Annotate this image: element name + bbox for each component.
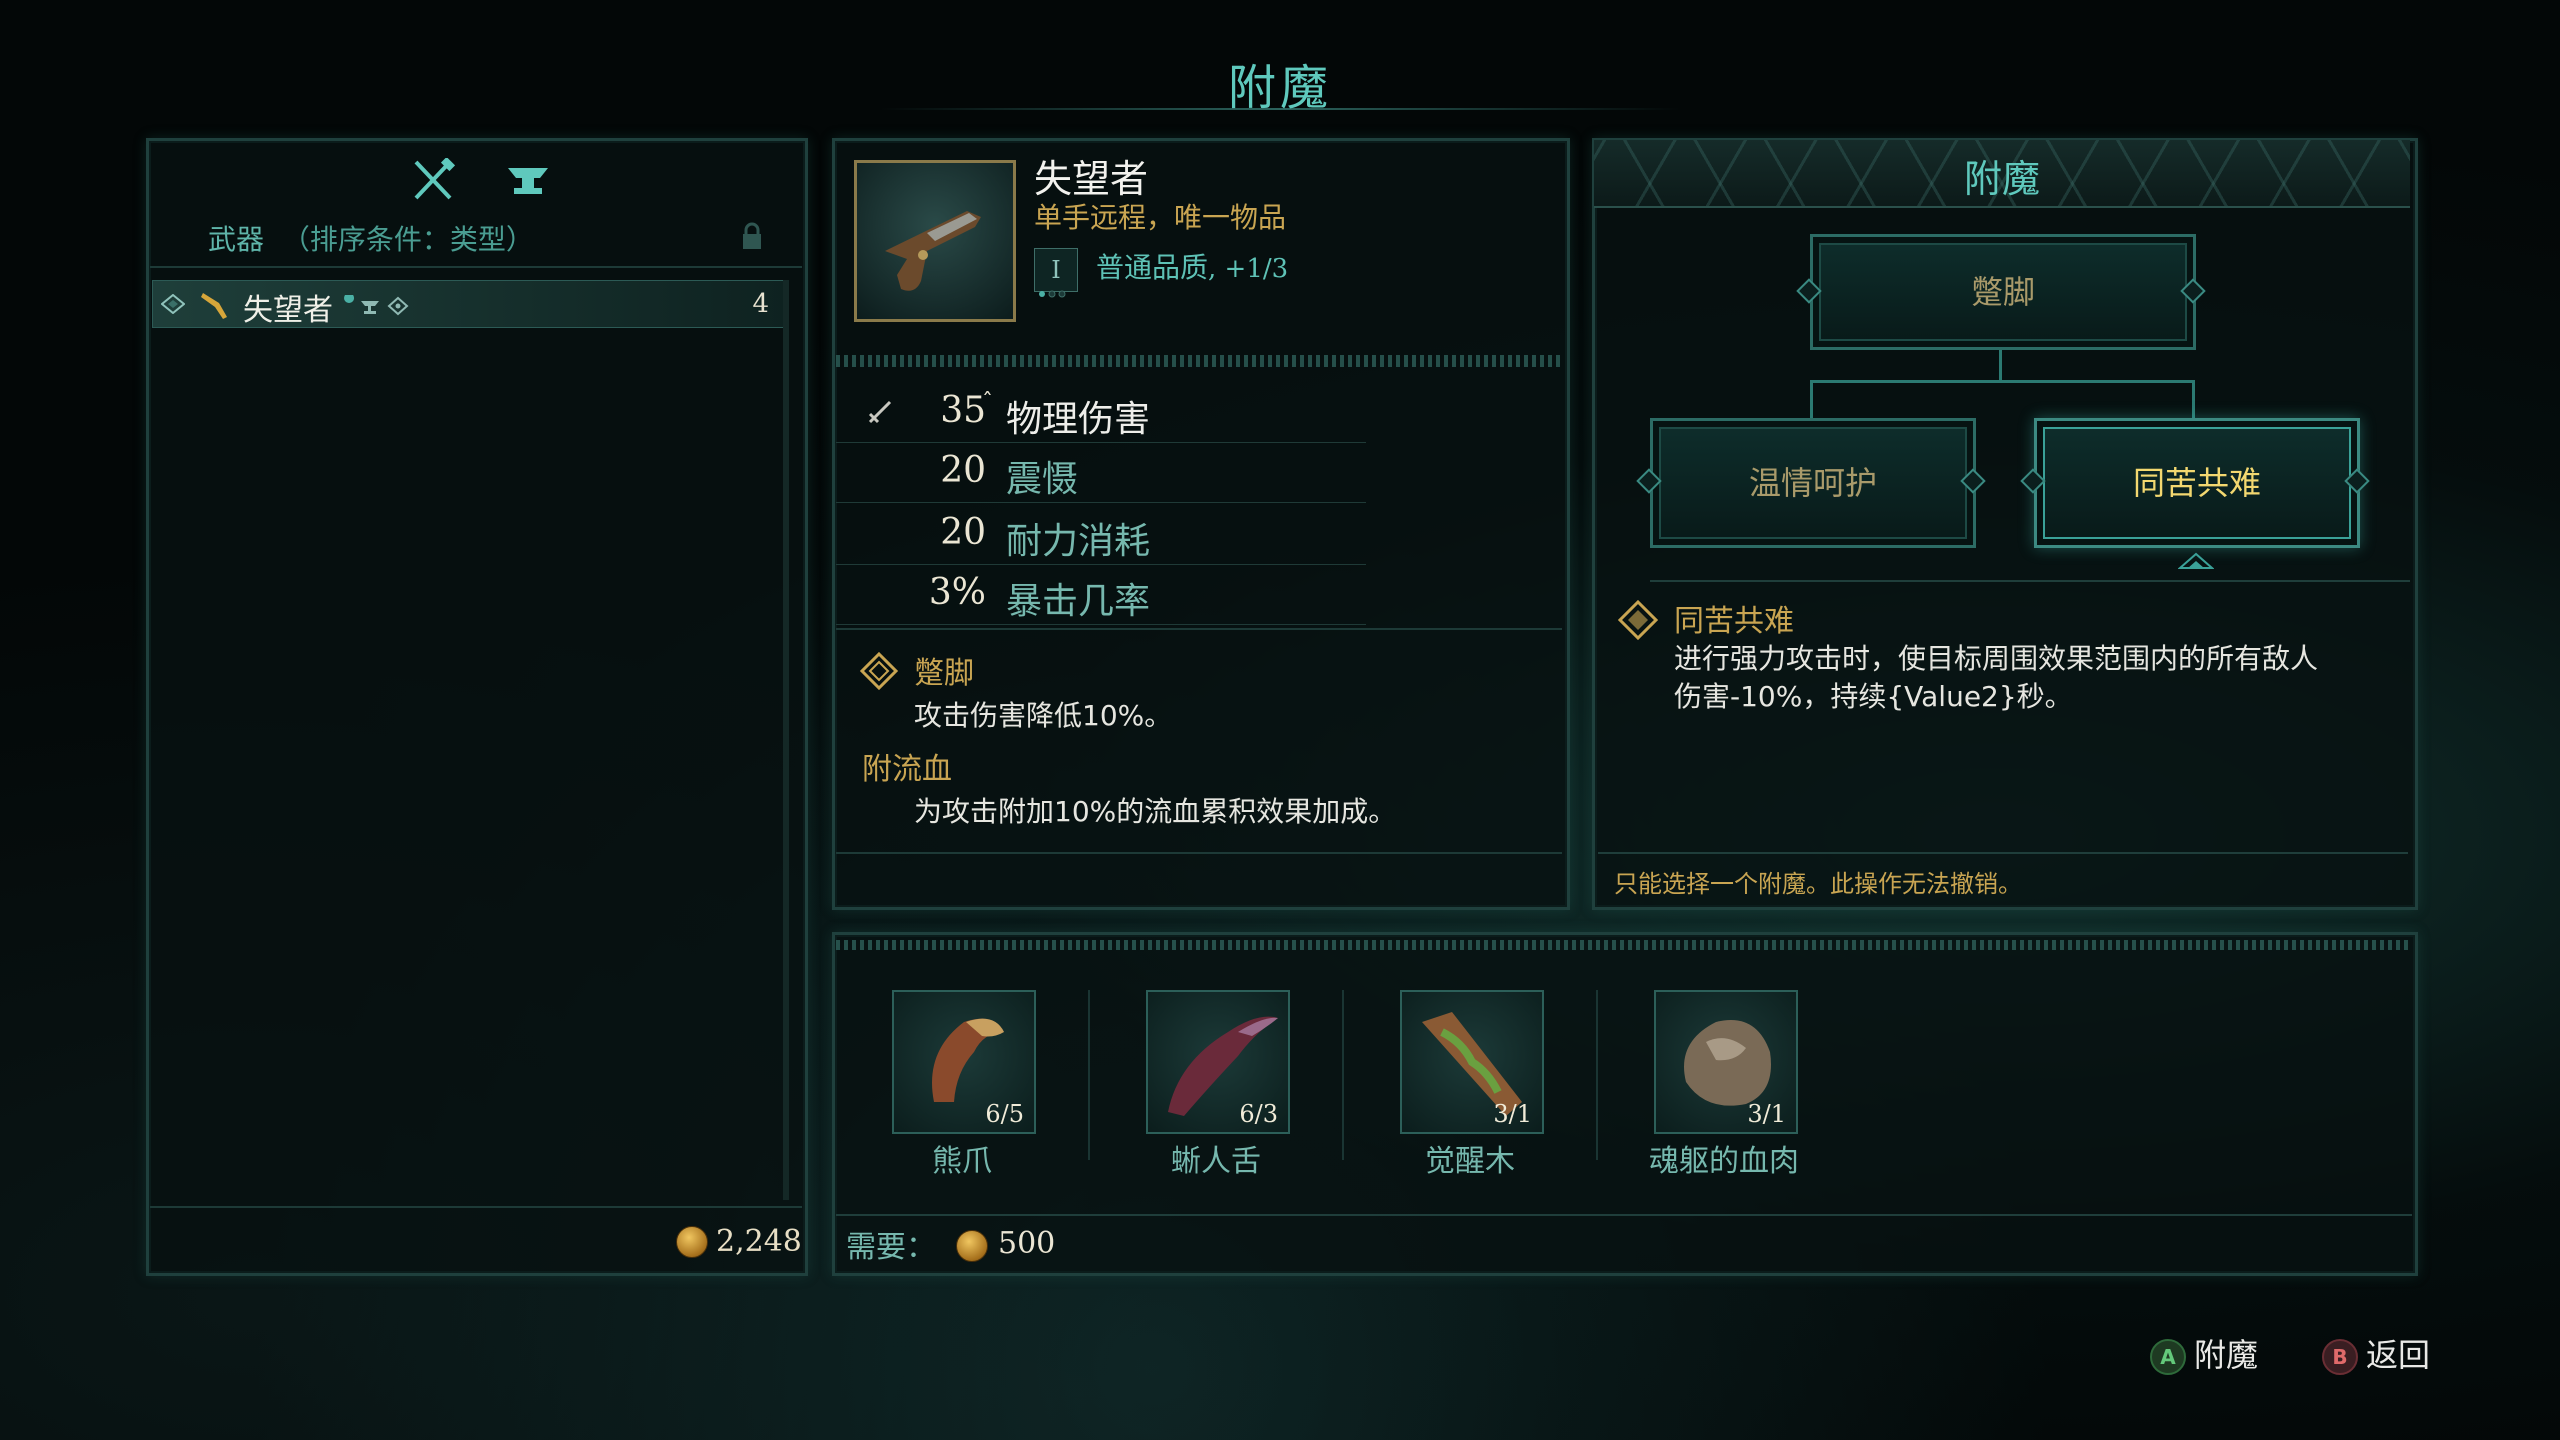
enchant-confirm-button[interactable]: A 附魔 [2150, 1330, 2258, 1376]
material-name: 觉醒木 [1425, 1144, 1515, 1179]
coin-icon [676, 1226, 708, 1258]
inventory-scrollbar[interactable] [783, 280, 789, 1200]
enchant-diamond-icon [1617, 599, 1659, 644]
enchant-diamond-icon [859, 651, 899, 694]
warning-divider [1598, 852, 2408, 854]
stat-name: 暴击几率 [1006, 581, 1151, 622]
item-count: 4 [752, 289, 769, 319]
coin-icon [956, 1230, 988, 1262]
back-button[interactable]: B 返回 [2322, 1330, 2430, 1376]
stat-row-crit: 3% 暴击几率 [836, 564, 1366, 625]
title-divider [880, 108, 1680, 110]
material-count: 3/1 [1747, 1100, 1786, 1128]
material-count: 3/1 [1493, 1100, 1532, 1128]
material-count: 6/5 [985, 1100, 1024, 1128]
item-type: 单手远程，唯一物品 [1034, 201, 1287, 234]
anvil-icon[interactable] [504, 158, 554, 202]
quality-level: , +1/3 [1208, 254, 1289, 284]
crossed-weapons-icon[interactable] [410, 158, 458, 202]
stat-row-physical-damage: 35 ˆ 物理伤害 [836, 382, 1366, 443]
selected-enchant-desc: 进行强力攻击时，使目标周围效果范围内的所有敌人 伤害-10%，持续{Value2… [1674, 642, 2319, 713]
quality-label: 普通品质, +1/3 [1096, 251, 1289, 284]
enchant-node-lame[interactable]: 蹩脚 [1810, 234, 2196, 350]
b-button-icon: B [2322, 1339, 2358, 1375]
selection-caret-icon [2177, 552, 2215, 574]
material-separator [1596, 990, 1598, 1160]
lock-icon[interactable] [740, 222, 764, 256]
item-portrait [854, 160, 1016, 322]
selection-divider [1650, 580, 2410, 582]
sort-label: （排序条件：类型） [281, 223, 534, 256]
currency-amount: 2,248 [716, 1224, 802, 1259]
category-label: 武器 （排序条件：类型） [208, 223, 534, 256]
material-separator [1088, 990, 1090, 1160]
materials-panel [832, 932, 2418, 1276]
requirement-divider [836, 1214, 2412, 1216]
requirement-cost: 500 [998, 1226, 1056, 1261]
stat-name: 震慑 [1006, 459, 1079, 500]
inventory-footer-divider [150, 1206, 802, 1208]
material-name: 熊爪 [932, 1144, 992, 1179]
diamond-marker-icon [160, 293, 186, 318]
stat-value: 3% [928, 572, 986, 613]
tree-connector [1810, 380, 1813, 418]
current-enchant-desc: 攻击伤害降低10%。 [914, 699, 1173, 732]
stat-value: 20 [940, 450, 986, 491]
inventory-tabs [410, 158, 554, 202]
stat-value: 35 [940, 390, 986, 431]
selected-enchant-name: 同苦共难 [1674, 604, 1794, 639]
material-slot-soul-flesh: 3/1 [1654, 990, 1798, 1134]
upgrade-pips [1038, 284, 1078, 303]
material-name: 蜥人舌 [1171, 1144, 1261, 1179]
item-name: 失望者 [243, 293, 333, 328]
stat-name: 耐力消耗 [1006, 521, 1151, 562]
enchant-node-shared-suffering[interactable]: 同苦共难 [2034, 418, 2360, 548]
section-divider [836, 355, 1562, 367]
material-count: 6/3 [1239, 1100, 1278, 1128]
tree-connector [2192, 380, 2195, 418]
tree-connector [1810, 380, 2194, 383]
material-slot-lizard-tongue: 6/3 [1146, 990, 1290, 1134]
current-enchant-name: 蹩脚 [914, 656, 974, 691]
bleed-perk-name: 附流血 [862, 752, 952, 787]
enchant-warning: 只能选择一个附魔。此操作无法撤销。 [1614, 870, 2022, 898]
stat-row-stagger: 20 震慑 [836, 442, 1366, 503]
material-slot-awakened-wood: 3/1 [1400, 990, 1544, 1134]
stats-divider [836, 628, 1562, 630]
caret-up-icon: ˆ [982, 390, 993, 415]
material-slot-bear-claw: 6/5 [892, 990, 1036, 1134]
inventory-header-divider [150, 266, 802, 268]
material-separator [1342, 990, 1344, 1160]
material-name: 魂躯的血肉 [1649, 1144, 1799, 1179]
item-title: 失望者 [1034, 157, 1149, 201]
pistol-icon [199, 287, 233, 325]
inventory-list-item[interactable]: 失望者 4 [152, 280, 784, 328]
stat-name: 物理伤害 [1006, 399, 1151, 440]
a-button-icon: A [2150, 1339, 2186, 1375]
enchant-node-tender-care[interactable]: 温情呵护 [1650, 418, 1976, 548]
stat-row-stamina: 20 耐力消耗 [836, 504, 1366, 565]
requirement-label: 需要： [846, 1230, 936, 1265]
details-footer-divider [836, 852, 1562, 854]
bleed-perk-desc: 为攻击附加10%的流血累积效果加成。 [914, 795, 1397, 828]
enchant-panel-title: 附魔 [1963, 157, 2040, 201]
status-icons [343, 293, 419, 321]
materials-divider [836, 940, 2412, 950]
flintlock-pistol-icon [885, 211, 981, 291]
stat-value: 20 [940, 512, 986, 553]
